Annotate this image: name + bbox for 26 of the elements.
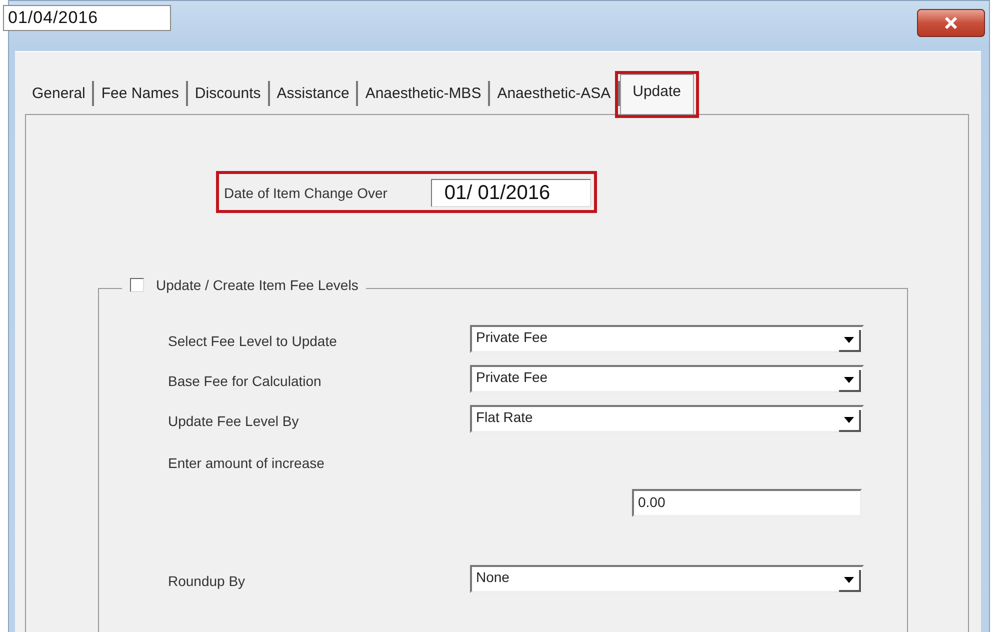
field-label: Enter amount of increase [168, 455, 326, 473]
amount-field[interactable]: 0.00 [632, 489, 862, 517]
date-field[interactable]: 01/ 01/2016 [431, 179, 592, 207]
close-icon[interactable] [944, 17, 958, 29]
tab[interactable]: Fee Names [94, 81, 188, 106]
tab[interactable]: Assistance [270, 81, 358, 106]
checkbox-label: Update / Create Item Fee Levels [156, 277, 358, 293]
dropdown[interactable]: Private Fee [470, 365, 864, 393]
checkbox[interactable] [130, 278, 144, 292]
dropdown-arrow-icon[interactable] [839, 570, 861, 592]
dropdown[interactable]: Flat Rate [470, 405, 864, 433]
dropdown[interactable]: None [470, 565, 864, 593]
tab[interactable]: General [25, 81, 94, 106]
field-label: Base Fee for Calculation [168, 373, 322, 391]
close-button[interactable] [917, 9, 985, 37]
tab[interactable]: Anaesthetic-MBS [358, 81, 490, 106]
tab[interactable]: Discounts [188, 81, 270, 106]
dropdown-arrow-icon[interactable] [839, 370, 861, 392]
field-label: Roundup By [168, 573, 246, 591]
dropdown[interactable]: Private Fee [470, 325, 864, 353]
dropdown-arrow-icon[interactable] [839, 330, 861, 352]
field-label: Update Fee Level By [168, 413, 300, 431]
field-label: Select Fee Level to Update [168, 333, 338, 351]
field-label: Date of Item Change Over [224, 185, 388, 201]
dropdown-arrow-icon[interactable] [839, 410, 861, 432]
date-field[interactable]: 01/04/2016 [3, 5, 171, 31]
